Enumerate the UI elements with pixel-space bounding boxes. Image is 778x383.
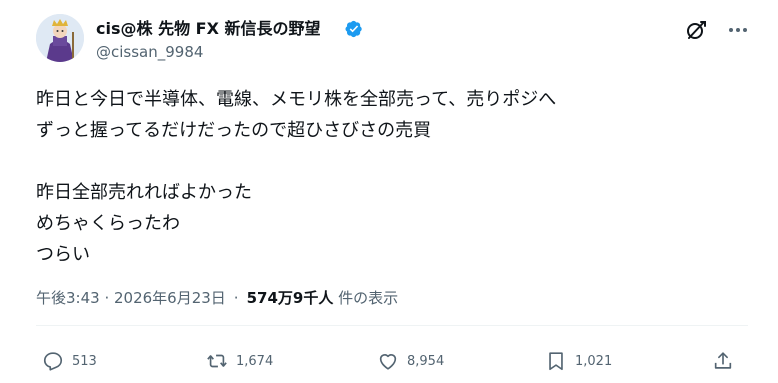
grok-button[interactable] <box>684 18 708 42</box>
author-name[interactable]: cis@株 先物 FX 新信長の野望 <box>96 19 320 39</box>
retweet-count: 1,674 <box>236 353 274 369</box>
verified-badge-icon <box>345 20 362 38</box>
reply-count: 513 <box>72 353 97 369</box>
like-count: 8,954 <box>407 353 445 369</box>
reply-icon <box>43 352 63 371</box>
more-icon <box>729 28 747 32</box>
avatar[interactable] <box>36 14 84 62</box>
timestamp[interactable]: 午後3:43 · 2026年6月23日 <box>36 289 226 307</box>
views-label: 件の表示 <box>338 289 399 307</box>
divider <box>36 325 748 326</box>
post-text: 昨日と今日で半導体、電線、メモリ株を全部売って、売りポジへ ずっと握ってるだけだ… <box>36 84 556 270</box>
post-text-line: つらい <box>36 244 90 265</box>
share-button[interactable] <box>712 348 742 374</box>
post-text-line: 昨日と今日で半導体、電線、メモリ株を全部売って、売りポジへ <box>36 89 557 110</box>
avatar-image <box>36 14 84 62</box>
post-text-line: 昨日全部売れればよかった <box>36 182 252 203</box>
heart-icon <box>379 354 397 370</box>
meta-separator: · <box>233 289 239 307</box>
post-text-line: めちゃくらったわ <box>36 213 180 234</box>
more-button[interactable] <box>726 18 750 42</box>
share-icon <box>714 352 732 369</box>
grok-icon <box>687 21 706 39</box>
reply-button[interactable]: 513 <box>42 348 97 374</box>
retweet-button[interactable]: 1,674 <box>206 348 273 374</box>
bookmark-count: 1,021 <box>575 353 613 369</box>
post-text-line <box>36 146 556 177</box>
bookmark-button[interactable]: 1,021 <box>545 348 612 374</box>
retweet-icon <box>207 354 227 368</box>
views-count: 574万9千人 <box>246 289 334 307</box>
post-meta: 午後3:43 · 2026年6月23日 · 574万9千人 件の表示 <box>36 287 398 309</box>
like-button[interactable]: 8,954 <box>377 348 444 374</box>
bookmark-icon <box>549 352 563 371</box>
author-handle[interactable]: @cissan_9984 <box>96 43 203 61</box>
tweet: cis@株 先物 FX 新信長の野望 @cissan_9984 昨日と今日で半導… <box>0 0 778 383</box>
post-text-line: ずっと握ってるだけだったので超ひさびさの売買 <box>36 120 432 141</box>
